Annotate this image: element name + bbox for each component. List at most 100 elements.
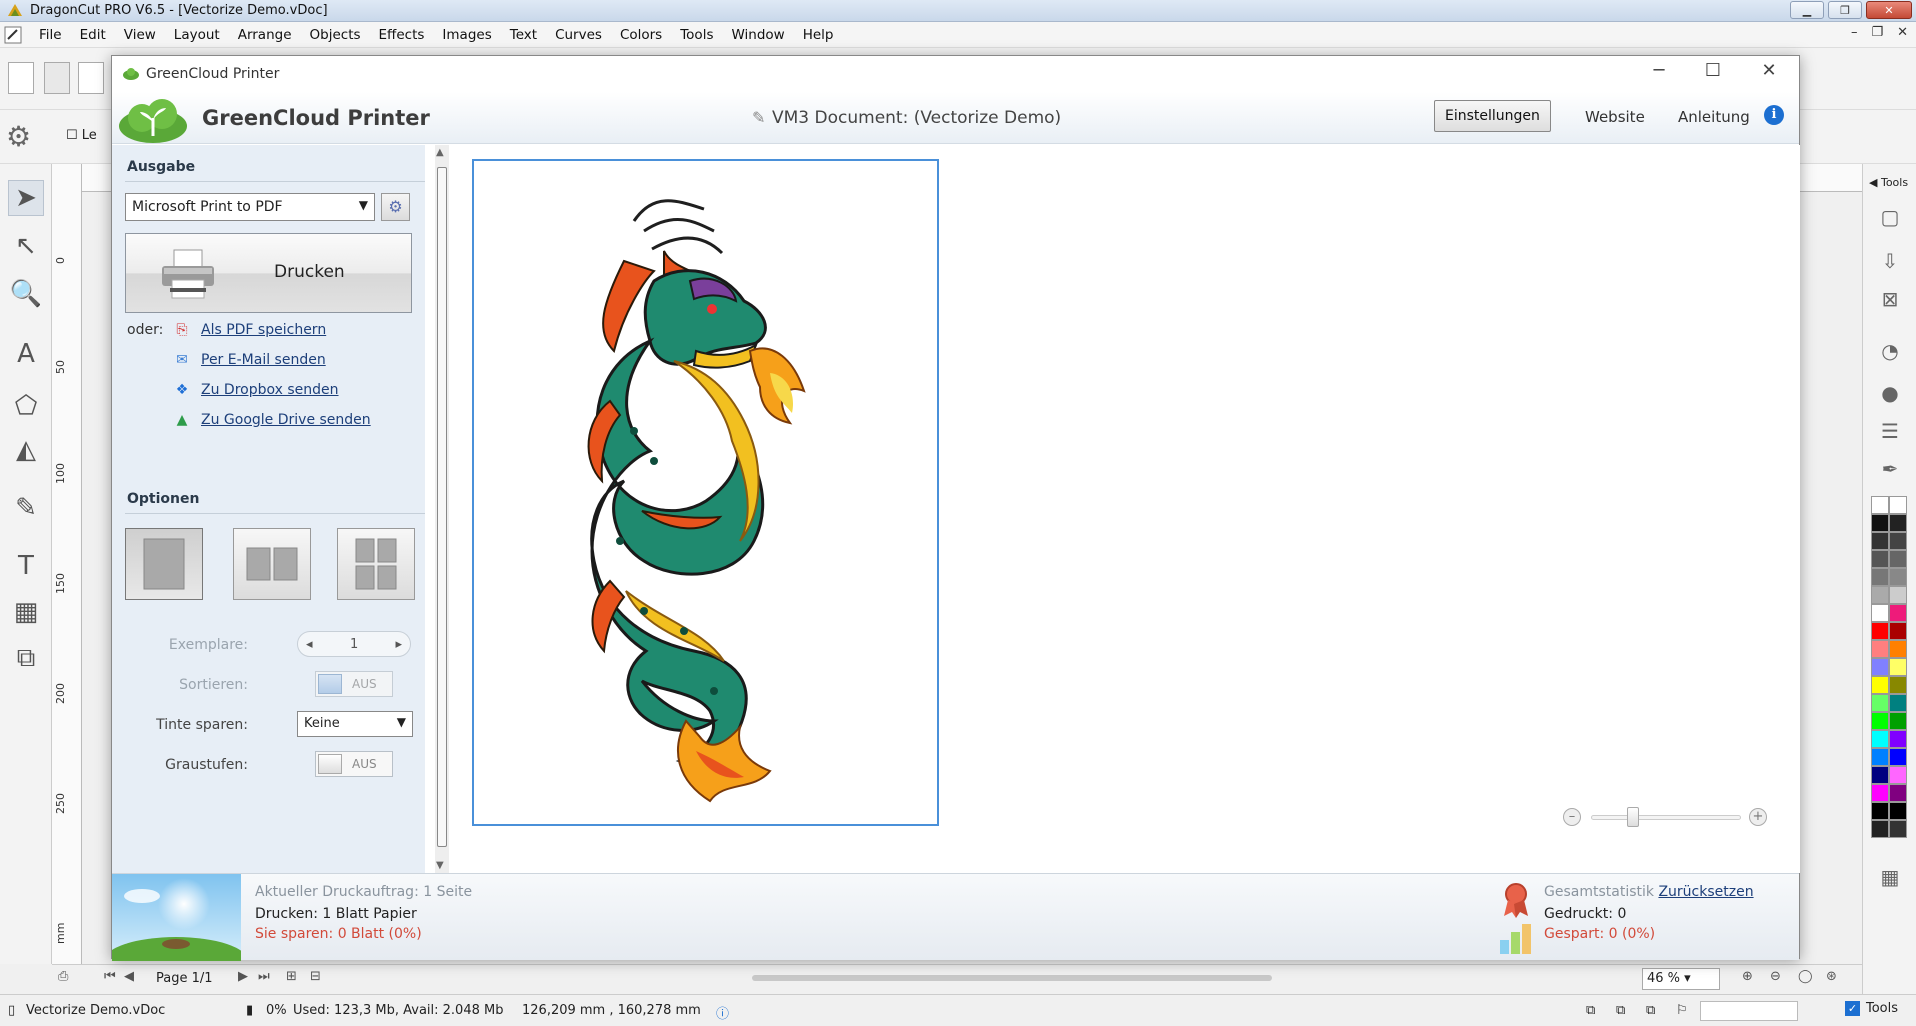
settings-button[interactable]: Einstellungen (1434, 100, 1551, 132)
zoom-in-icon[interactable]: ⊕ (1742, 969, 1753, 984)
slider-track[interactable] (1591, 815, 1741, 820)
color-swatch[interactable] (1889, 658, 1907, 676)
line-style-icon[interactable]: ☰ (1877, 418, 1903, 444)
color-swatch[interactable] (1889, 748, 1907, 766)
text-frame-tool-icon[interactable]: T (8, 548, 44, 584)
last-page-button[interactable]: ⏭ (258, 969, 270, 984)
color-swatch[interactable] (1871, 514, 1889, 532)
color-swatch[interactable] (1889, 766, 1907, 784)
save-pdf-link[interactable]: Als PDF speichern (201, 322, 326, 338)
dialog-maximize-button[interactable]: ☐ (1693, 60, 1733, 81)
ink-save-select[interactable]: Keine ▼ (297, 711, 413, 737)
status-info-icon[interactable]: ⓘ (716, 1003, 729, 1022)
zoom-out-icon[interactable]: ⊖ (1770, 969, 1781, 984)
status-group-icon[interactable]: ⧉ (1646, 1003, 1655, 1018)
color-swatch[interactable] (1871, 496, 1889, 514)
color-swatch[interactable] (1889, 622, 1907, 640)
reset-stats-link[interactable]: Zurücksetzen (1658, 884, 1753, 900)
transform-icon[interactable]: ⊠ (1877, 286, 1903, 312)
send-email-link[interactable]: Per E-Mail senden (201, 352, 326, 368)
color-swatch[interactable] (1871, 712, 1889, 730)
prev-page-button[interactable]: ◀ (124, 969, 134, 984)
menu-help[interactable]: Help (794, 27, 843, 43)
color-swatch[interactable] (1889, 532, 1907, 550)
color-swatch[interactable] (1871, 604, 1889, 622)
color-swatch[interactable] (1889, 514, 1907, 532)
frame-icon[interactable]: ▢ (1877, 204, 1903, 230)
color-swatch[interactable] (1889, 802, 1907, 820)
dropbox-link[interactable]: Zu Dropbox senden (201, 382, 339, 398)
menu-tools[interactable]: Tools (671, 27, 722, 43)
menu-text[interactable]: Text (501, 27, 546, 43)
color-swatch[interactable] (1871, 694, 1889, 712)
status-snap-icon[interactable]: ⧉ (1586, 1003, 1595, 1018)
scrollbar-thumb[interactable] (437, 167, 447, 847)
save-document-button[interactable] (78, 62, 104, 94)
print-preview-icon[interactable]: ⎙ (58, 969, 68, 984)
options-scrollbar[interactable]: ▲ ▼ (435, 145, 449, 873)
add-page-button[interactable]: ⊞ (286, 969, 297, 984)
google-drive-link[interactable]: Zu Google Drive senden (201, 412, 371, 428)
dialog-minimize-button[interactable]: ─ (1639, 60, 1679, 81)
color-swatch[interactable] (1889, 640, 1907, 658)
color-swatch[interactable] (1889, 784, 1907, 802)
circle-icon[interactable]: ● (1877, 380, 1903, 406)
scroll-down-icon[interactable]: ▼ (436, 860, 444, 871)
options-gear-icon[interactable]: ⚙ (6, 120, 31, 153)
status-fill-icon[interactable]: ⚐ (1676, 1003, 1688, 1018)
website-link[interactable]: Website (1585, 108, 1645, 126)
rename-pencil-icon[interactable]: ✎ (752, 108, 765, 127)
zoom-page-icon[interactable]: ◯ (1798, 969, 1813, 984)
color-swatch[interactable] (1889, 496, 1907, 514)
open-document-button[interactable] (44, 62, 70, 94)
decrement-arrow-icon[interactable]: ◂ (306, 637, 313, 652)
zoom-plus-icon[interactable]: + (1749, 808, 1767, 826)
horizontal-scrollbar[interactable] (752, 975, 1272, 981)
preview-zoom-slider[interactable]: – + (1563, 806, 1773, 828)
color-swatch[interactable] (1889, 676, 1907, 694)
page-settings-button[interactable]: ⊟ (310, 969, 321, 984)
copies-stepper[interactable]: ◂ 1 ▸ (297, 631, 411, 657)
increment-arrow-icon[interactable]: ▸ (395, 637, 402, 652)
scroll-up-icon[interactable]: ▲ (436, 147, 444, 158)
zoom-minus-icon[interactable]: – (1563, 808, 1581, 826)
color-swatch[interactable] (1889, 604, 1907, 622)
shapes-tool-icon[interactable]: ◭ (8, 432, 44, 468)
color-swatch[interactable] (1871, 730, 1889, 748)
color-swatch[interactable] (1871, 568, 1889, 586)
tools-tab[interactable]: ◀ Tools (1869, 176, 1908, 189)
status-layer-icon[interactable]: ⧉ (1616, 1003, 1625, 1018)
mdi-restore-button[interactable]: ❐ (1871, 25, 1883, 40)
menu-arrange[interactable]: Arrange (229, 27, 301, 43)
image-tool-icon[interactable]: ▦ (8, 594, 44, 630)
menu-view[interactable]: View (115, 27, 165, 43)
color-swatch[interactable] (1871, 550, 1889, 568)
propbar-checkbox[interactable]: ☐ Le (66, 128, 97, 143)
printer-select[interactable]: Microsoft Print to PDF ▼ (125, 193, 375, 221)
color-swatch[interactable] (1871, 622, 1889, 640)
color-swatch[interactable] (1871, 640, 1889, 658)
color-swatch[interactable] (1889, 694, 1907, 712)
layout-two-pages-button[interactable] (233, 528, 311, 600)
menu-layout[interactable]: Layout (165, 27, 229, 43)
zoom-select[interactable]: 46 % ▾ (1642, 968, 1720, 990)
shape-tool-icon[interactable]: ⬠ (8, 388, 44, 424)
app-close-button[interactable]: ✕ (1866, 1, 1912, 19)
color-swatch[interactable] (1871, 586, 1889, 604)
info-icon[interactable]: i (1764, 105, 1784, 125)
select-tool-icon[interactable]: ➤ (8, 180, 44, 216)
first-page-button[interactable]: ⏮ (104, 969, 116, 984)
color-swatch[interactable] (1889, 586, 1907, 604)
status-field[interactable] (1700, 1001, 1798, 1021)
grayscale-toggle[interactable]: AUS (315, 751, 393, 777)
menu-file[interactable]: File (30, 27, 71, 43)
eyedropper-icon[interactable]: ✒ (1877, 456, 1903, 482)
color-swatch[interactable] (1889, 568, 1907, 586)
menu-images[interactable]: Images (433, 27, 500, 43)
menu-effects[interactable]: Effects (370, 27, 434, 43)
app-menu-icon[interactable] (4, 26, 22, 44)
new-document-button[interactable] (8, 62, 34, 94)
zoom-all-icon[interactable]: ⊛ (1826, 969, 1837, 984)
app-restore-button[interactable]: ❐ (1828, 1, 1862, 19)
color-swatch[interactable] (1871, 784, 1889, 802)
